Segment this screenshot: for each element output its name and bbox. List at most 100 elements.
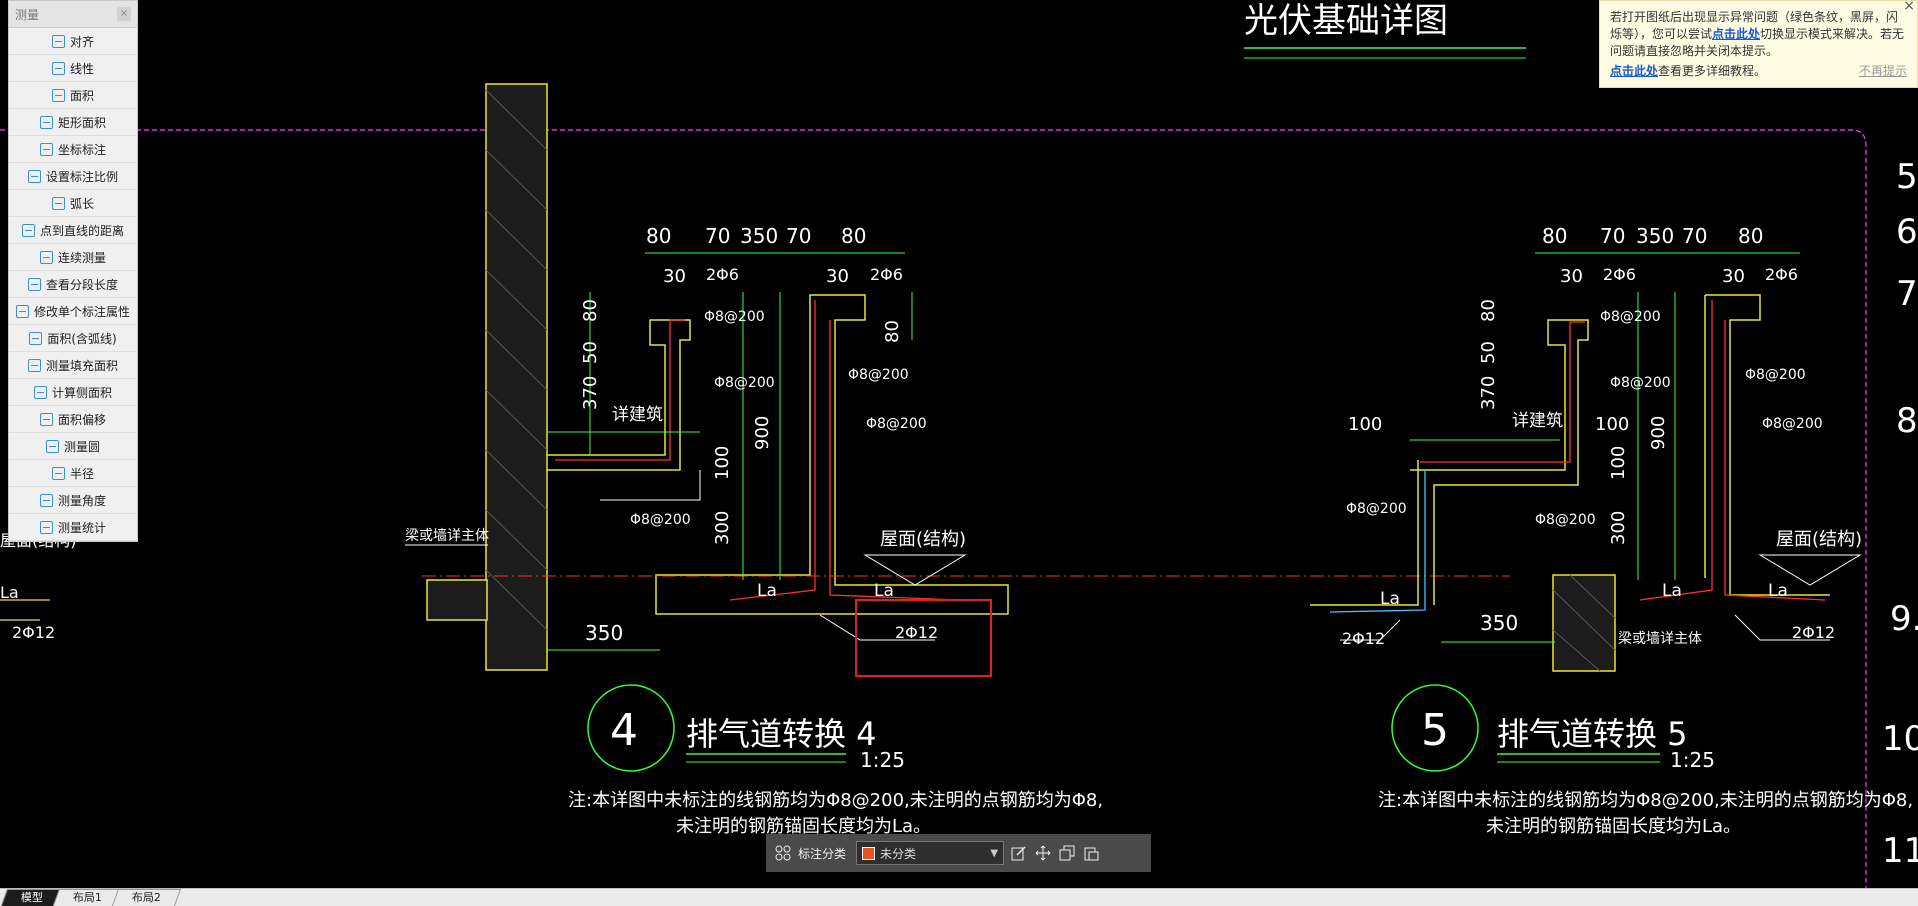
svg-text:350: 350 bbox=[585, 621, 623, 645]
measure-panel[interactable]: 测量 × 对齐 线性 面积 矩形面积 坐标标注 设置标注比例 弧长 点到直线的距… bbox=[8, 0, 138, 542]
tool-angle[interactable]: 测量角度 bbox=[9, 487, 137, 514]
svg-text:350: 350 bbox=[1636, 224, 1674, 248]
paste-icon[interactable] bbox=[1082, 844, 1100, 862]
svg-text:80: 80 bbox=[882, 320, 903, 343]
tool-circle[interactable]: 测量圆 bbox=[9, 433, 137, 460]
svg-text:80: 80 bbox=[646, 224, 671, 248]
svg-text:30: 30 bbox=[1560, 266, 1583, 287]
tool-coordinate[interactable]: 坐标标注 bbox=[9, 136, 137, 163]
svg-text:4: 4 bbox=[610, 705, 638, 756]
area-icon bbox=[51, 88, 65, 102]
svg-text:注:本详图中未标注的线钢筋均为Φ8@200,未注明的点钢筋均: 注:本详图中未标注的线钢筋均为Φ8@200,未注明的点钢筋均为Φ8, bbox=[1378, 790, 1913, 811]
tutorial-link[interactable]: 点击此处 bbox=[1610, 64, 1658, 78]
svg-text:370: 370 bbox=[1478, 376, 1499, 410]
svg-text:100: 100 bbox=[1608, 446, 1629, 480]
svg-text:Φ8@200: Φ8@200 bbox=[630, 512, 691, 528]
svg-text:详建筑: 详建筑 bbox=[612, 405, 663, 425]
svg-text:Φ8@200: Φ8@200 bbox=[1762, 416, 1823, 432]
tool-linear[interactable]: 线性 bbox=[9, 55, 137, 82]
svg-text:80: 80 bbox=[1478, 299, 1499, 322]
svg-text:5: 5 bbox=[1896, 157, 1918, 197]
svg-text:未注明的钢筋锚固长度均为La。: 未注明的钢筋锚固长度均为La。 bbox=[1486, 816, 1741, 837]
svg-text:5: 5 bbox=[1421, 705, 1449, 756]
display-notice: × 若打开图纸后出现显示异常问题（绿色条纹，黑屏，闪烁等），您可以尝试点击此处切… bbox=[1599, 0, 1918, 88]
svg-text:30: 30 bbox=[663, 266, 686, 287]
grid-icon[interactable] bbox=[774, 844, 792, 862]
svg-text:La: La bbox=[1768, 581, 1788, 601]
dismiss-link[interactable]: 不再提示 bbox=[1859, 63, 1907, 80]
scale-icon bbox=[27, 169, 41, 183]
category-select[interactable]: 未分类 ▼ bbox=[856, 841, 1005, 865]
tool-area-offset[interactable]: 面积偏移 bbox=[9, 406, 137, 433]
angle-icon bbox=[39, 493, 53, 507]
svg-text:8: 8 bbox=[1896, 401, 1918, 441]
tool-arc-length[interactable]: 弧长 bbox=[9, 190, 137, 217]
chevron-down-icon: ▼ bbox=[990, 847, 999, 859]
detail-5: 80 70 350 70 80 30 2Φ6 30 2Φ6 80 50 370 … bbox=[1310, 224, 1913, 837]
switch-mode-link[interactable]: 点击此处 bbox=[1712, 27, 1760, 41]
svg-text:7: 7 bbox=[1896, 274, 1918, 314]
svg-text:Φ8@200: Φ8@200 bbox=[1745, 367, 1806, 383]
circle-icon bbox=[45, 439, 59, 453]
tool-statistics[interactable]: 测量统计 bbox=[9, 514, 137, 541]
svg-text:详建筑: 详建筑 bbox=[1512, 411, 1563, 431]
svg-text:Φ8@200: Φ8@200 bbox=[1610, 375, 1671, 391]
rect-area-icon bbox=[39, 115, 53, 129]
tool-area[interactable]: 面积 bbox=[9, 82, 137, 109]
cad-canvas[interactable]: 光伏基础详图 80 70 350 70 80 30 2Φ6 30 2Φ6 80 … bbox=[0, 0, 1918, 888]
svg-text:300: 300 bbox=[1608, 511, 1629, 545]
arc-icon bbox=[51, 196, 65, 210]
svg-text:30: 30 bbox=[826, 266, 849, 287]
tool-continuous[interactable]: 连续测量 bbox=[9, 244, 137, 271]
annotation-toolbar: 标注分类 未分类 ▼ bbox=[766, 834, 1151, 872]
tool-side-area[interactable]: 计算侧面积 bbox=[9, 379, 137, 406]
notice-close-button[interactable]: × bbox=[1903, 0, 1915, 15]
linear-icon bbox=[51, 61, 65, 75]
category-color-swatch bbox=[862, 846, 876, 860]
layout-tabbar: 模型 布局1 布局2 bbox=[0, 888, 1918, 906]
tool-align[interactable]: 对齐 bbox=[9, 28, 137, 55]
svg-text:6: 6 bbox=[1896, 212, 1918, 252]
tool-point-line[interactable]: 点到直线的距离 bbox=[9, 217, 137, 244]
svg-text:1:25: 1:25 bbox=[860, 748, 905, 772]
tool-fill-area[interactable]: 测量填充面积 bbox=[9, 352, 137, 379]
segment-icon bbox=[27, 277, 41, 291]
tool-segment-length[interactable]: 查看分段长度 bbox=[9, 271, 137, 298]
detail-4: 80 70 350 70 80 30 2Φ6 30 2Φ6 80 50 370 … bbox=[405, 83, 1510, 837]
detail-partial-left: 屋面(结构) La 2Φ12 bbox=[0, 531, 77, 642]
svg-text:9.: 9. bbox=[1890, 599, 1918, 639]
point-line-icon bbox=[21, 223, 35, 237]
continuous-icon bbox=[39, 250, 53, 264]
svg-text:梁或墙详主体: 梁或墙详主体 bbox=[1618, 631, 1702, 647]
svg-text:2Φ6: 2Φ6 bbox=[870, 265, 903, 284]
svg-text:2Φ6: 2Φ6 bbox=[706, 265, 739, 284]
tab-layout2[interactable]: 布局2 bbox=[111, 889, 182, 906]
notice-text: 若打开图纸后出现显示异常问题（绿色条纹，黑屏，闪烁等），您可以尝试点击此处切换显… bbox=[1610, 10, 1905, 58]
svg-text:30: 30 bbox=[1722, 266, 1745, 287]
svg-text:La: La bbox=[1380, 589, 1400, 609]
svg-text:370: 370 bbox=[580, 376, 601, 410]
svg-text:2Φ12: 2Φ12 bbox=[12, 623, 55, 642]
tool-radius[interactable]: 半径 bbox=[9, 460, 137, 487]
right-margin-numbers: 5 6 7 8 9. 10 11. bbox=[1882, 157, 1918, 871]
svg-text:350: 350 bbox=[1480, 611, 1518, 635]
svg-text:70: 70 bbox=[1682, 224, 1707, 248]
copy-icon[interactable] bbox=[1058, 844, 1076, 862]
move-icon[interactable] bbox=[1034, 844, 1052, 862]
svg-text:900: 900 bbox=[752, 416, 773, 450]
svg-text:2Φ12: 2Φ12 bbox=[895, 623, 938, 642]
svg-text:Φ8@200: Φ8@200 bbox=[714, 375, 775, 391]
svg-text:注:本详图中未标注的线钢筋均为Φ8@200,未注明的点钢筋均: 注:本详图中未标注的线钢筋均为Φ8@200,未注明的点钢筋均为Φ8, bbox=[568, 790, 1103, 811]
measure-panel-header[interactable]: 测量 × bbox=[9, 1, 137, 28]
align-icon bbox=[51, 34, 65, 48]
panel-close-button[interactable]: × bbox=[117, 7, 131, 21]
edit-icon[interactable] bbox=[1010, 844, 1028, 862]
svg-text:La: La bbox=[874, 581, 894, 601]
tool-area-arc[interactable]: 面积(含弧线) bbox=[9, 325, 137, 352]
tool-set-scale[interactable]: 设置标注比例 bbox=[9, 163, 137, 190]
tool-rect-area[interactable]: 矩形面积 bbox=[9, 109, 137, 136]
radius-icon bbox=[51, 466, 65, 480]
tool-edit-annotation[interactable]: 修改单个标注属性 bbox=[9, 298, 137, 325]
svg-text:80: 80 bbox=[1542, 224, 1567, 248]
svg-text:80: 80 bbox=[841, 224, 866, 248]
